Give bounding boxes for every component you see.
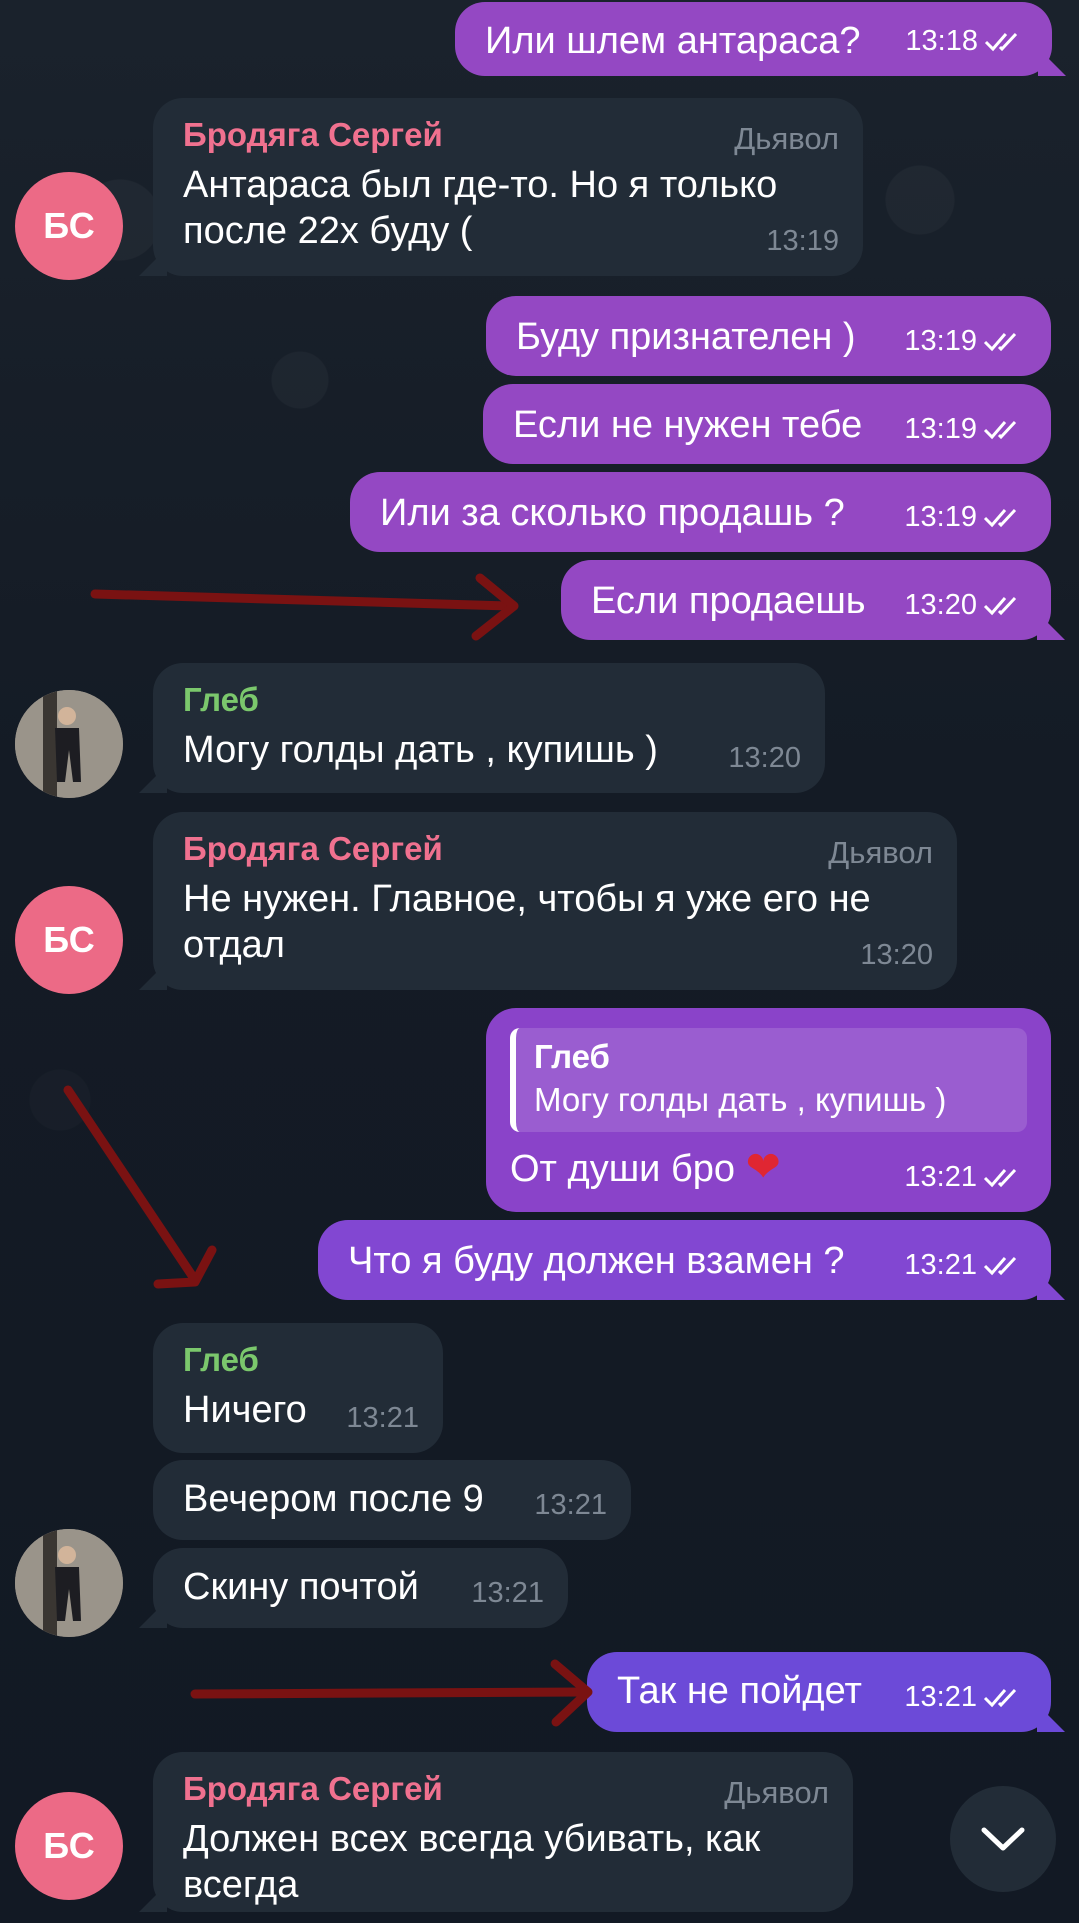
annotation-arrows — [63, 573, 593, 1727]
arrow-diagonal — [63, 1085, 200, 1285]
arrow-right-2 — [190, 1687, 590, 1699]
arrow-right-1 — [90, 589, 515, 611]
